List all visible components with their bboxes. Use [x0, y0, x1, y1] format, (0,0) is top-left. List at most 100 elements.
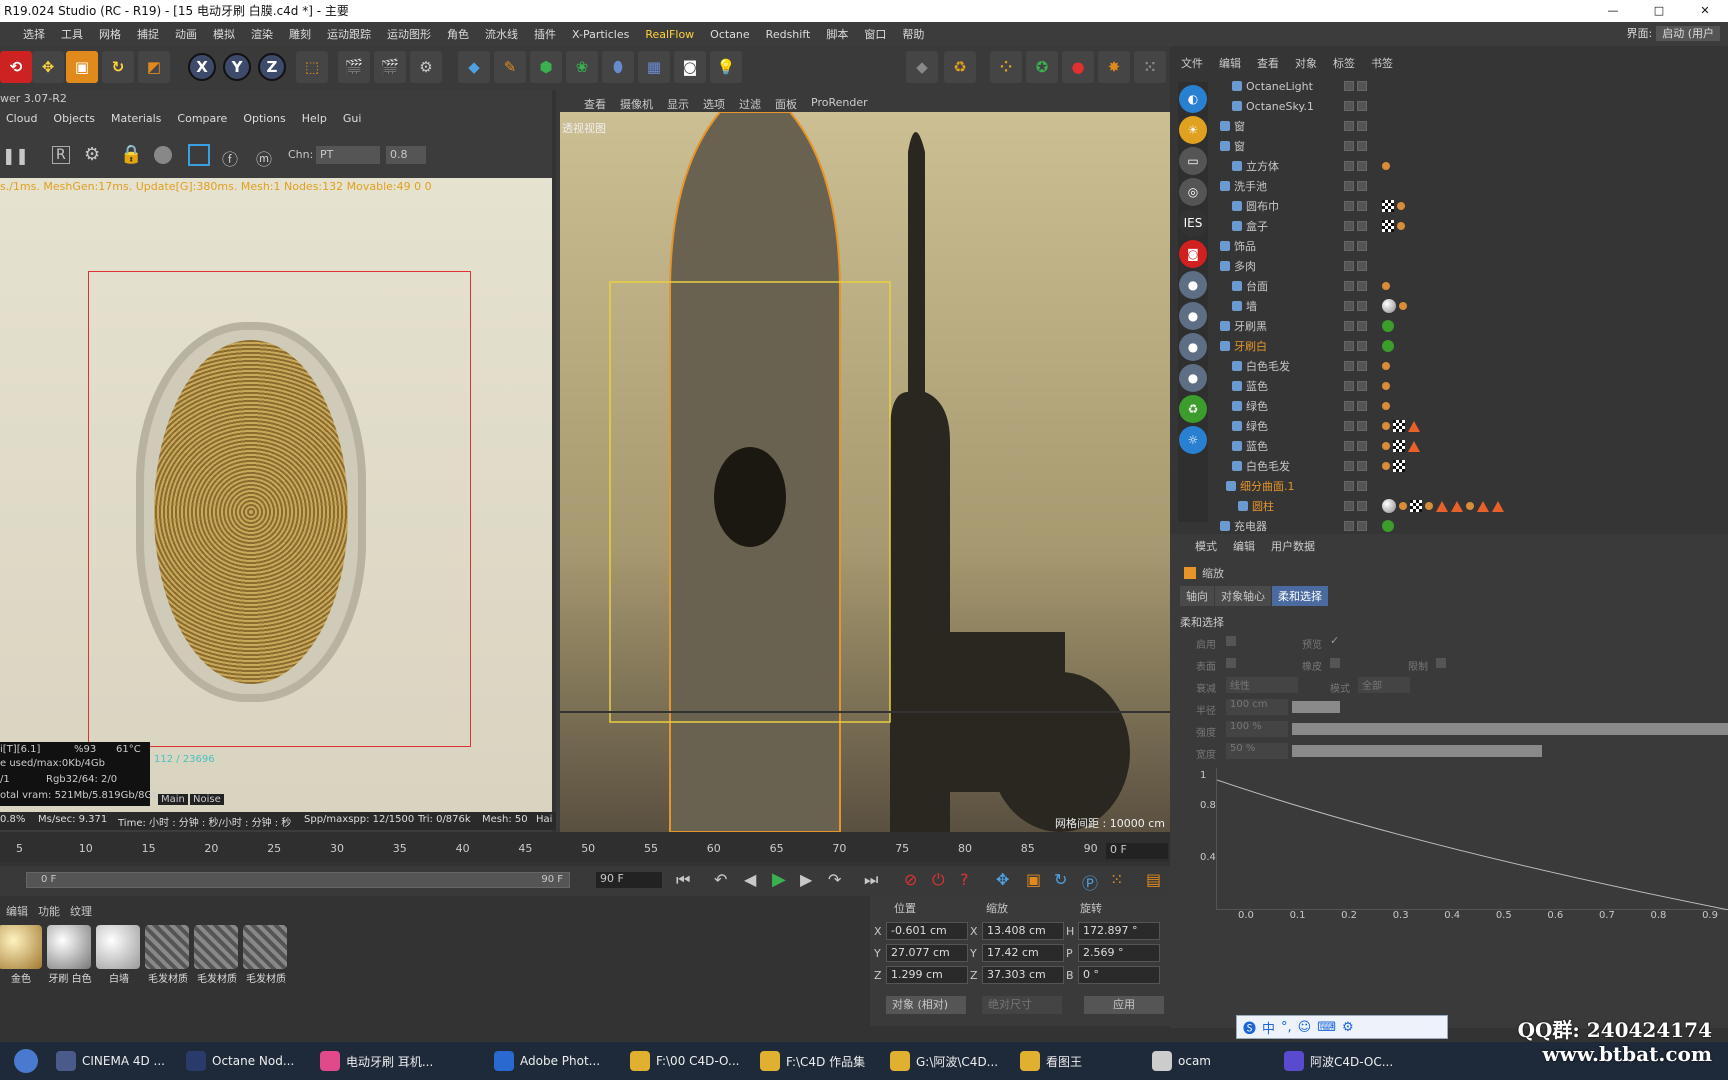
ies-light-icon[interactable]: IES	[1179, 209, 1207, 237]
object-row[interactable]: 蓝色	[1212, 376, 1728, 396]
object-name[interactable]: OctaneSky.1	[1246, 100, 1314, 113]
apply-button[interactable]: 应用	[1084, 996, 1164, 1014]
render-visibility-icon[interactable]	[1357, 261, 1367, 271]
object-row[interactable]: 窗	[1212, 116, 1728, 136]
editor-visibility-icon[interactable]	[1344, 501, 1354, 511]
object-row[interactable]: 绿色	[1212, 416, 1728, 436]
object-name[interactable]: 蓝色	[1246, 438, 1268, 454]
octane-camera-icon[interactable]: ◙	[1179, 240, 1207, 268]
render-visibility-icon[interactable]	[1357, 281, 1367, 291]
taskbar-item[interactable]: 电动牙刷 耳机...	[320, 1045, 433, 1077]
visibility-flags[interactable]	[1344, 361, 1367, 371]
attribute-menu-item-2[interactable]: 用户数据	[1266, 538, 1320, 554]
prev-frame-icon[interactable]: ◀	[744, 870, 756, 889]
render-visibility-icon[interactable]	[1357, 121, 1367, 131]
taskbar-item[interactable]: 阿波C4D-OC...	[1284, 1045, 1393, 1077]
render-visibility-icon[interactable]	[1357, 481, 1367, 491]
render-visibility-icon[interactable]	[1357, 521, 1367, 531]
menu-item-8[interactable]: 运动跟踪	[320, 26, 378, 42]
render-visibility-icon[interactable]	[1357, 501, 1367, 511]
pos-z[interactable]: 1.299 cm	[886, 966, 968, 984]
object-row[interactable]: 绿色	[1212, 396, 1728, 416]
mode-select[interactable]: 全部	[1358, 677, 1410, 693]
restart-icon[interactable]: R	[52, 146, 70, 164]
ime-settings-icon[interactable]: ⚙	[1342, 1020, 1354, 1035]
snap-icon[interactable]: ⁘	[990, 51, 1022, 83]
editor-visibility-icon[interactable]	[1344, 281, 1354, 291]
tag-icon[interactable]	[1451, 500, 1463, 512]
render-visibility-icon[interactable]	[1357, 81, 1367, 91]
object-row[interactable]: 多肉	[1212, 256, 1728, 276]
render-visibility-icon[interactable]	[1357, 341, 1367, 351]
rot-b[interactable]: 0 °	[1078, 966, 1160, 984]
start-icon[interactable]	[14, 1049, 38, 1073]
object-row[interactable]: 洗手池	[1212, 176, 1728, 196]
object-name[interactable]: 盒子	[1246, 218, 1268, 234]
tag-icon[interactable]	[1382, 200, 1394, 212]
attr-tab-2[interactable]: 柔和选择	[1272, 586, 1328, 606]
object-menu-item-1[interactable]: 编辑	[1213, 55, 1247, 73]
floor-icon[interactable]: ▦	[638, 51, 670, 83]
object-name[interactable]: 饰品	[1234, 238, 1256, 254]
object-menu-item-5[interactable]: 书签	[1365, 55, 1399, 73]
light-icon[interactable]: 💡	[710, 51, 742, 83]
editor-visibility-icon[interactable]	[1344, 261, 1354, 271]
strength-input[interactable]: 100 %	[1226, 721, 1288, 737]
editor-visibility-icon[interactable]	[1344, 201, 1354, 211]
next-frame-icon[interactable]: ▶	[800, 870, 812, 889]
render-visibility-icon[interactable]	[1357, 401, 1367, 411]
prev-key-icon[interactable]: ↶	[714, 870, 727, 889]
object-row[interactable]: 圆柱	[1212, 496, 1728, 516]
camera-icon[interactable]: ◙	[674, 51, 706, 83]
x-axis-icon[interactable]: X	[188, 53, 216, 81]
object-row[interactable]: 墙	[1212, 296, 1728, 316]
material-thumbnail[interactable]	[194, 925, 238, 969]
visibility-flags[interactable]	[1344, 481, 1367, 491]
specular-sphere-icon[interactable]: ●	[1179, 333, 1207, 361]
move-icon[interactable]: ✥	[32, 51, 64, 83]
close-button[interactable]: ✕	[1682, 0, 1728, 22]
coord-mode-select[interactable]: 对象 (相对)	[886, 996, 966, 1014]
visibility-flags[interactable]	[1344, 181, 1367, 191]
explode-icon[interactable]: ✸	[1098, 51, 1130, 83]
viewport-canvas[interactable]	[560, 112, 1170, 832]
menu-item-3[interactable]: 捕捉	[130, 26, 166, 42]
key-scale-icon[interactable]: ▣	[1026, 870, 1041, 889]
object-row[interactable]: 牙刷白	[1212, 336, 1728, 356]
key-rotate-icon[interactable]: ↻	[1054, 870, 1067, 889]
taskbar-item[interactable]: ocam	[1152, 1045, 1211, 1077]
select-icon[interactable]: ◩	[138, 51, 170, 83]
editor-visibility-icon[interactable]	[1344, 321, 1354, 331]
pos-y[interactable]: 27.077 cm	[886, 944, 968, 962]
tag-icon[interactable]	[1382, 442, 1390, 450]
width-slider[interactable]	[1292, 745, 1542, 757]
visibility-flags[interactable]	[1344, 401, 1367, 411]
menu-item-14[interactable]: RealFlow	[638, 28, 701, 41]
attr-tab-0[interactable]: 轴向	[1180, 586, 1214, 606]
tag-icon[interactable]	[1382, 382, 1390, 390]
tag-icon[interactable]	[1397, 222, 1405, 230]
taskbar-item[interactable]: F:\00 C4D-O...	[630, 1045, 739, 1077]
tag-icon[interactable]	[1410, 500, 1422, 512]
editor-visibility-icon[interactable]	[1344, 341, 1354, 351]
octane-menu-item-2[interactable]: Materials	[105, 112, 167, 125]
editor-visibility-icon[interactable]	[1344, 101, 1354, 111]
cube-grey-icon[interactable]: ◆	[906, 51, 938, 83]
render-visibility-icon[interactable]	[1357, 461, 1367, 471]
object-name[interactable]: 墙	[1246, 298, 1257, 314]
tag-icon[interactable]	[1408, 420, 1420, 432]
render-visibility-icon[interactable]	[1357, 161, 1367, 171]
tag-icon[interactable]	[1382, 162, 1390, 170]
tag-icon[interactable]	[1382, 520, 1394, 532]
falloff-curve-graph[interactable]	[1216, 768, 1728, 910]
octane-menu-item-0[interactable]: Cloud	[0, 112, 43, 125]
taskbar-item[interactable]: CINEMA 4D ...	[56, 1045, 165, 1077]
menu-item-16[interactable]: Redshift	[759, 28, 818, 41]
menu-item-4[interactable]: 动画	[168, 26, 204, 42]
taskbar-item[interactable]: F:\C4D 作品集	[760, 1045, 865, 1077]
render-visibility-icon[interactable]	[1357, 321, 1367, 331]
visibility-flags[interactable]	[1344, 421, 1367, 431]
viewport-menu-item-2[interactable]: 显示	[663, 96, 693, 112]
octane-menu-item-5[interactable]: Help	[296, 112, 333, 125]
object-menu-item-0[interactable]: 文件	[1175, 55, 1209, 73]
